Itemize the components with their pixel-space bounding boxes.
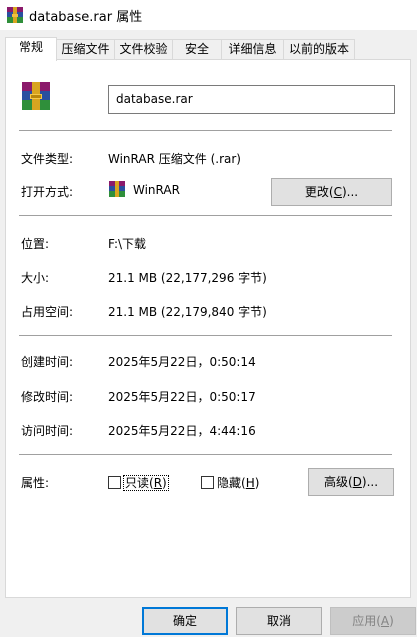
- advanced-button-suffix: )...: [361, 475, 379, 489]
- tab-checksum[interactable]: 文件校验: [114, 39, 173, 60]
- winrar-archive-icon: [6, 6, 24, 27]
- tab-security[interactable]: 安全: [172, 39, 222, 60]
- winrar-archive-icon: [20, 80, 52, 115]
- title-bar[interactable]: database.rar 属性: [0, 0, 417, 30]
- location-value: F:\下载: [108, 237, 147, 251]
- readonly-suffix: ): [162, 476, 167, 490]
- modified-value: 2025年5月22日，0:50:17: [108, 390, 256, 404]
- hidden-checkbox[interactable]: [201, 476, 214, 489]
- open-with-label: 打开方式:: [21, 185, 74, 199]
- file-type-label: 文件类型:: [21, 152, 74, 166]
- divider: [19, 335, 392, 336]
- apply-button-suffix: ): [389, 614, 394, 628]
- modified-label: 修改时间:: [21, 390, 74, 404]
- size-value: 21.1 MB (22,177,296 字节): [108, 271, 267, 285]
- divider: [19, 454, 392, 455]
- attributes-label: 属性:: [21, 476, 50, 490]
- hidden-key: H: [245, 476, 255, 490]
- readonly-key: R: [153, 476, 163, 490]
- readonly-label[interactable]: 只读(R): [123, 474, 169, 491]
- readonly-checkbox[interactable]: [108, 476, 121, 489]
- divider: [19, 215, 392, 216]
- disk-size-label: 占用空间:: [21, 305, 74, 319]
- advanced-button-key: D: [352, 475, 362, 489]
- hidden-label[interactable]: 隐藏(H): [217, 474, 259, 491]
- apply-button-text: 应用(: [352, 614, 381, 628]
- change-button[interactable]: 更改(C)...: [271, 178, 392, 206]
- change-button-text: 更改(: [304, 185, 334, 199]
- filename-field[interactable]: database.rar: [108, 85, 395, 114]
- advanced-button-text: 高级(: [323, 475, 353, 489]
- readonly-text: 只读(: [125, 476, 154, 490]
- created-value: 2025年5月22日，0:50:14: [108, 355, 256, 369]
- tab-previous-versions[interactable]: 以前的版本: [283, 39, 355, 60]
- change-button-key: C: [333, 185, 342, 199]
- hidden-text: 隐藏(: [217, 476, 246, 490]
- apply-button-key: A: [380, 614, 390, 628]
- ok-button[interactable]: 确定: [142, 607, 228, 635]
- divider: [19, 130, 392, 131]
- apply-button[interactable]: 应用(A): [330, 607, 416, 635]
- accessed-label: 访问时间:: [21, 424, 74, 438]
- change-button-suffix: )...: [341, 185, 359, 199]
- disk-size-value: 21.1 MB (22,179,840 字节): [108, 305, 267, 319]
- winrar-app-icon: [108, 180, 126, 201]
- cancel-button[interactable]: 取消: [236, 607, 322, 635]
- created-label: 创建时间:: [21, 355, 74, 369]
- window-title: database.rar 属性: [29, 10, 143, 25]
- open-with-value: WinRAR: [133, 183, 180, 197]
- properties-window: database.rar 属性 常规 压缩文件 文件校验 安全 详细信息 以前的…: [0, 0, 417, 637]
- file-type-value: WinRAR 压缩文件 (.rar): [108, 152, 241, 166]
- advanced-button[interactable]: 高级(D)...: [308, 468, 394, 496]
- tab-general[interactable]: 常规: [5, 37, 57, 61]
- size-label: 大小:: [21, 271, 50, 285]
- tab-details[interactable]: 详细信息: [221, 39, 284, 60]
- hidden-suffix: ): [254, 476, 260, 490]
- general-panel: database.rar 文件类型: WinRAR 压缩文件 (.rar) 打开…: [5, 59, 411, 598]
- location-label: 位置:: [21, 237, 50, 251]
- accessed-value: 2025年5月22日，4:44:16: [108, 424, 256, 438]
- tab-strip: 常规 压缩文件 文件校验 安全 详细信息 以前的版本: [0, 37, 417, 61]
- tab-archive[interactable]: 压缩文件: [56, 39, 115, 60]
